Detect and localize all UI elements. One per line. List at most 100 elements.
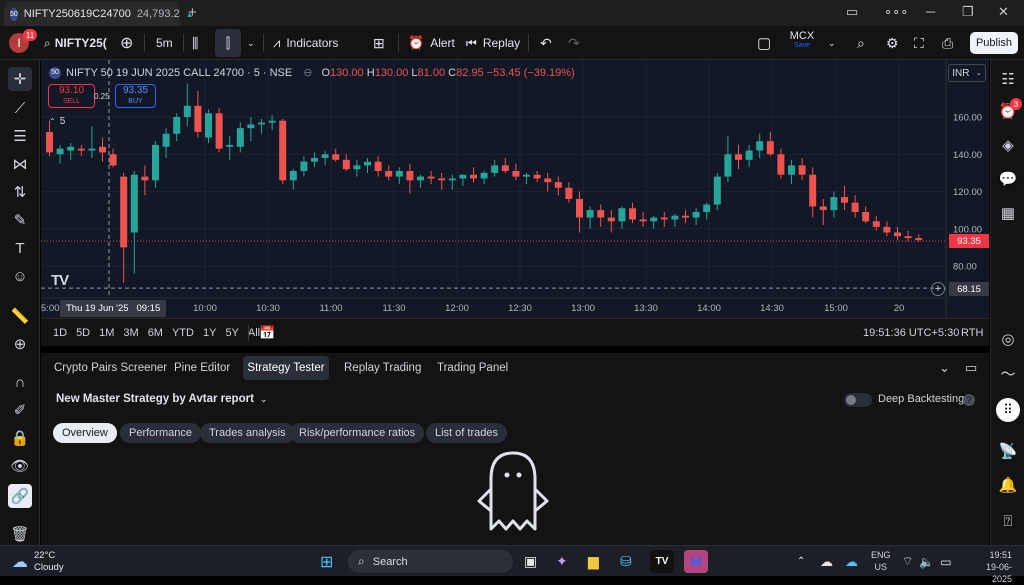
subtab-list-of-trades[interactable]: List of trades (426, 423, 507, 443)
tab-replay-trading[interactable]: Replay Trading (344, 353, 421, 383)
subtab-trades-analysis[interactable]: Trades analysis (200, 423, 295, 443)
layers-icon[interactable]: ◈ (997, 134, 1019, 156)
tradingview-app-icon[interactable]: TV (650, 550, 674, 573)
watchlist-icon[interactable]: ☷ (997, 68, 1019, 90)
chat-icon[interactable]: 💬 (997, 168, 1019, 190)
onedrive-blue-icon[interactable]: ☁ (845, 546, 858, 577)
timeframe-5d[interactable]: 5D (76, 327, 90, 339)
more-icon[interactable]: ∘∘∘ (884, 4, 908, 20)
minimize-icon[interactable]: ─ (926, 4, 935, 19)
symbol-search[interactable]: ⌕ NIFTY25( (44, 26, 107, 60)
quick-search-icon[interactable]: ⌕ (857, 26, 865, 60)
timeframe-5y[interactable]: 5Y (225, 327, 238, 339)
timeframe-1y[interactable]: 1Y (203, 327, 216, 339)
date-range-icon[interactable]: 📅 (259, 319, 275, 347)
trash-icon[interactable]: 🗑 (8, 522, 32, 546)
copilot-icon[interactable]: ✦ (556, 546, 568, 577)
chevron-up-icon[interactable]: ⌃ (797, 546, 805, 577)
candle-style-icon[interactable]: ⫿ (215, 29, 241, 57)
layout-icon[interactable]: ▢ (757, 26, 771, 60)
tab-crypto-pairs-screener[interactable]: Crypto Pairs Screener (54, 353, 167, 383)
help-center-icon[interactable]: ⍰ (997, 510, 1019, 532)
ruler-icon[interactable]: 📏 (8, 304, 32, 328)
weather-widget[interactable]: ☁ 22°C Cloudy (12, 546, 64, 577)
tab-pine-editor[interactable]: Pine Editor (174, 353, 230, 383)
chart-pane[interactable]: 160.00 140.00 120.00 100.00 80.00 5:00 10:00 10… (41, 60, 989, 318)
fib-lines-icon[interactable]: ☰ (8, 124, 32, 148)
alert-button[interactable]: ⏰ Alert (408, 26, 455, 60)
legend-collapse-icon[interactable]: ⊖ (303, 66, 312, 79)
indicators-button[interactable]: ⩘ Indicators (273, 26, 338, 60)
store-icon[interactable]: ⛁ (620, 546, 632, 577)
file-explorer-icon[interactable]: ▆ (588, 546, 599, 577)
crosshair-icon[interactable]: ✛ (8, 67, 32, 91)
screen-icon[interactable]: ▭ (846, 4, 858, 20)
add-alert-plus-icon[interactable]: + (931, 282, 945, 296)
currency-select[interactable]: INR ⌄ (948, 64, 986, 82)
deep-backtesting-toggle[interactable] (844, 393, 872, 407)
sell-button[interactable]: 93.10 SELL (48, 84, 95, 108)
bell-icon[interactable]: 🔔 (997, 474, 1019, 496)
prediction-icon[interactable]: ⇅ (8, 180, 32, 204)
eye-icon[interactable]: 👁 (8, 454, 32, 478)
pulse-icon[interactable]: 〜 (997, 362, 1019, 384)
clock-label[interactable]: 19:51:36 UTC+5:30 (863, 319, 959, 347)
tradingview-logo[interactable]: TV (51, 272, 69, 289)
taskbar-search[interactable]: ⌕ Search (348, 550, 513, 573)
layout-chevron-icon[interactable]: ⌄ (828, 26, 836, 60)
system-tray[interactable]: ⌔ 🔈 ▭ (902, 546, 952, 577)
browser-tab[interactable]: 50 NIFTY250619C24700 24,793.2 ▲ (4, 2, 194, 26)
minimize-panel-icon[interactable]: ⌄ (939, 353, 950, 383)
tab-trading-panel[interactable]: Trading Panel (437, 353, 508, 383)
subtab-overview[interactable]: Overview (53, 423, 117, 443)
publish-button[interactable]: Publish (970, 32, 1018, 54)
target-icon[interactable]: ◎ (997, 328, 1019, 350)
help-icon[interactable]: ? (963, 394, 975, 406)
text-tool-icon[interactable]: T (8, 236, 32, 260)
timeframe-1d[interactable]: 1D (53, 327, 67, 339)
chevron-down-icon[interactable]: ⌄ (247, 26, 255, 60)
brush-icon[interactable]: ✎ (8, 208, 32, 232)
app-m-icon[interactable]: M (684, 550, 708, 573)
camera-icon[interactable]: ⎙ (942, 26, 953, 60)
undo-icon[interactable]: ↶ (540, 26, 552, 60)
subtab-risk-performance[interactable]: Risk/performance ratios (290, 423, 425, 443)
lock-icon[interactable]: 🔒 (8, 426, 32, 450)
calendar-icon[interactable]: ▦ (997, 202, 1019, 224)
close-icon[interactable]: ✕ (998, 4, 1009, 20)
pattern-icon[interactable]: ⋈ (8, 152, 32, 176)
fullscreen-icon[interactable]: ⛶ (914, 26, 924, 60)
timeframe-1m[interactable]: 1M (99, 327, 114, 339)
new-tab-button[interactable]: + (188, 4, 197, 21)
language-indicator[interactable]: ENG US (871, 549, 891, 573)
magnet-icon[interactable]: ∩ (8, 370, 32, 394)
bar-style-icon[interactable]: ⫼ (192, 26, 198, 60)
clock[interactable]: 19:51 19-06-2025 (968, 549, 1012, 585)
redo-icon[interactable]: ↷ (568, 26, 580, 60)
maximize-panel-icon[interactable]: ▭ (965, 353, 977, 383)
pencil-lock-icon[interactable]: ✐ (8, 398, 32, 422)
layout-save-button[interactable]: MCX Save (788, 30, 816, 49)
session-rth-button[interactable]: RTH (961, 319, 983, 347)
emoji-icon[interactable]: ☺ (8, 264, 32, 288)
timeframe-6m[interactable]: 6M (148, 327, 163, 339)
strategy-select[interactable]: New Master Strategy by Avtar report ⌄ (56, 393, 267, 405)
tab-strategy-tester[interactable]: Strategy Tester (243, 356, 329, 380)
replay-button[interactable]: ⏮ Replay (466, 26, 520, 60)
zoom-in-icon[interactable]: ⊕ (8, 332, 32, 356)
trend-line-icon[interactable]: ⟋ (8, 96, 32, 120)
interval-button[interactable]: 5m (156, 26, 173, 60)
broadcast-icon[interactable]: 📡 (997, 440, 1019, 462)
task-view-icon[interactable]: ▣ (524, 546, 537, 577)
link-icon[interactable]: 🔗 (8, 484, 32, 508)
compare-add-icon[interactable]: ⊕ (120, 26, 133, 60)
windows-start-icon[interactable]: ⊞ (320, 546, 333, 577)
indicators-collapse[interactable]: ⌃ 5 (49, 116, 65, 127)
templates-icon[interactable]: ⊞ (373, 26, 385, 60)
settings-gear-icon[interactable]: ⚙ (886, 26, 899, 60)
subtab-performance[interactable]: Performance (120, 423, 201, 443)
timeframe-ytd[interactable]: YTD (172, 327, 194, 339)
buy-button[interactable]: 93.35 BUY (115, 84, 156, 108)
restore-icon[interactable]: ❐ (962, 4, 974, 20)
apps-grid-icon[interactable]: ⠿ (996, 398, 1020, 422)
